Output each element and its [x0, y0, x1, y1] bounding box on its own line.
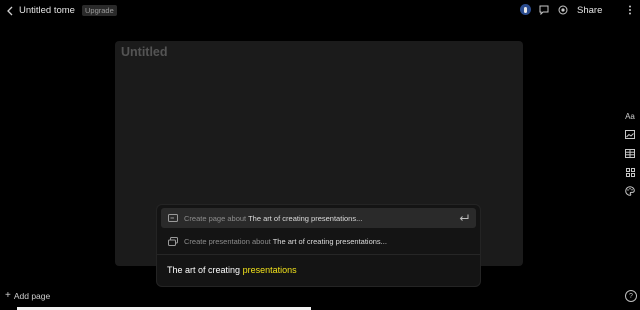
page-title[interactable]: Untitled — [121, 45, 168, 59]
comment-icon — [539, 5, 549, 15]
present-button[interactable] — [557, 4, 569, 16]
ai-prompt-popup: Create page about The art of creating pr… — [157, 205, 480, 286]
option-prefix: Create page about — [184, 213, 247, 223]
back-button[interactable] — [4, 4, 16, 18]
more-icon — [629, 5, 631, 15]
prompt-highlight: presentations — [242, 265, 297, 275]
plus-icon: + — [5, 290, 11, 301]
image-icon — [625, 129, 635, 139]
table-icon — [625, 148, 635, 158]
document-title[interactable]: Untitled tome — [19, 5, 75, 17]
help-icon: ? — [629, 292, 633, 300]
text-tool[interactable]: Aa — [623, 110, 637, 122]
upgrade-badge[interactable]: Upgrade — [82, 5, 117, 16]
option-prefix: Create presentation about — [184, 236, 271, 246]
divider — [157, 254, 480, 255]
option-topic: The art of creating presentations... — [248, 213, 363, 223]
comment-button[interactable] — [538, 4, 550, 16]
enter-key-icon — [458, 212, 470, 224]
theme-tool[interactable] — [623, 185, 637, 197]
microphone-icon — [524, 6, 527, 13]
presentation-icon — [167, 235, 179, 247]
create-presentation-option-text: Create presentation about The art of cre… — [184, 237, 387, 246]
grid-icon — [625, 167, 635, 177]
table-tool[interactable] — [623, 147, 637, 159]
option-topic: The art of creating presentations... — [272, 236, 387, 246]
user-avatar[interactable] — [520, 4, 531, 15]
prompt-input[interactable]: The art of creating presentations — [167, 265, 297, 275]
create-presentation-option[interactable]: Create presentation about The art of cre… — [161, 231, 476, 251]
more-options-button[interactable] — [624, 4, 636, 16]
play-icon — [558, 5, 568, 15]
create-page-option-text: Create page about The art of creating pr… — [184, 214, 362, 223]
share-button[interactable]: Share — [577, 5, 602, 17]
chevron-left-icon — [7, 6, 13, 16]
page-layout-icon — [167, 212, 179, 224]
palette-icon — [625, 186, 635, 196]
image-tool[interactable] — [623, 128, 637, 140]
grid-tool[interactable] — [623, 166, 637, 178]
help-button[interactable]: ? — [625, 290, 637, 302]
prompt-text: The art of creating — [167, 265, 241, 275]
text-icon: Aa — [625, 111, 635, 121]
add-page-label: Add page — [13, 290, 51, 301]
add-page-button[interactable]: + Add page — [5, 290, 50, 301]
create-page-option[interactable]: Create page about The art of creating pr… — [161, 208, 476, 228]
